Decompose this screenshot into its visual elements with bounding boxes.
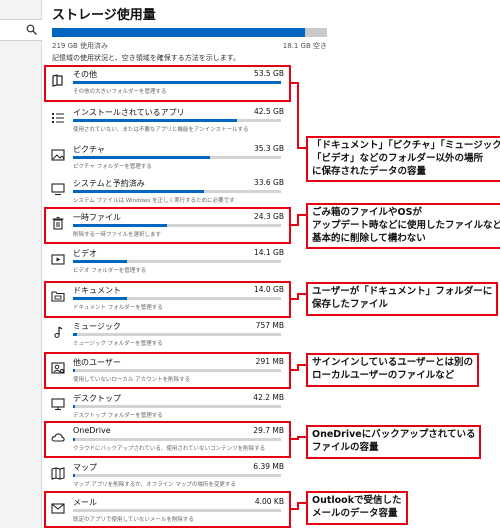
music-icon [54,326,63,339]
callout-text: OneDriveにバックアップされている [312,429,476,440]
storage-item-name: デスクトップ [73,394,121,403]
storage-item-link[interactable]: マップ アプリを削除するか、オフライン マップの場所を変更する [73,480,236,488]
storage-item-bar-fill [73,190,205,193]
storage-item-bar [73,260,281,263]
storage-item-bar [73,156,281,159]
storage-item-bar [73,474,281,477]
callout-box: Outlookで受信した メールのデータ容量 [306,491,408,525]
storage-item-name: システムと予約済み [73,179,145,188]
storage-item-link[interactable]: ピクチャ フォルダーを管理する [73,162,152,170]
storage-item-name: ミュージック [73,322,121,331]
callout-text: Outlookで受信した [312,495,402,506]
highlight-box [44,207,291,244]
picture-icon [51,149,65,161]
storage-item-link[interactable]: システム ファイルは Windows を正しく実行するために必要です [73,196,235,204]
search-icon [26,24,37,35]
total-storage-bar-fill [52,28,305,37]
storage-item-bar-fill [73,156,211,159]
storage-item[interactable]: ピクチャ 35.3 GB ピクチャ フォルダーを管理する [48,141,288,175]
callout-text: サインインしているユーザーとは別の [312,357,474,368]
storage-item-link[interactable]: ミュージック フォルダーを管理する [73,339,163,347]
storage-item-bar-fill [73,119,238,122]
video-icon [51,254,65,265]
page-description: 記憶域の使用状況と、空き領域を確保する方法を示します。 [52,54,241,62]
storage-item-bar-fill [73,405,75,408]
storage-item-size: 33.6 GB [253,178,284,187]
callout-text: 「ビデオ」などのフォルダー以外の場所 [312,152,484,164]
navigation-pane [0,0,42,528]
system-icon [51,183,65,196]
free-space-label: 18.1 GB 空き [282,42,327,50]
storage-item-bar-fill [73,260,128,263]
callout-text: ユーザーが「ドキュメント」フォルダーに [312,286,493,297]
storage-item[interactable]: ビデオ 14.1 GB ビデオ フォルダーを管理する [48,245,288,279]
map-icon [51,467,65,480]
storage-item[interactable]: デスクトップ 42.2 MB デスクトップ フォルダーを管理する [48,390,288,424]
storage-item-link[interactable]: 使用されていない、または不要なアプリと機能をアンインストールする [73,125,249,133]
storage-item-link[interactable]: ビデオ フォルダーを管理する [73,266,146,274]
callout-text: アップデート時などに使用したファイルなど。 [312,219,500,231]
search-box[interactable] [0,19,42,41]
highlight-box [44,421,291,458]
callout-text: ごみ箱のファイルやOSが [312,207,422,218]
callout-text: に保存されたデータの容量 [312,165,427,177]
storage-item[interactable]: インストールされているアプリ 42.5 GB 使用されていない、または不要なアプリと… [48,104,288,138]
storage-item-size: 757 MB [255,321,284,330]
storage-item-size: 6.39 MB [253,462,284,471]
storage-item-size: 35.3 GB [253,144,284,153]
storage-item-name: ビデオ [73,249,97,258]
connector-line [297,82,299,149]
callout-text: 「ドキュメント」「ピクチャ」「ミュージック」 [312,140,500,151]
callout-text: ローカルユーザーのファイルなど [312,369,455,381]
storage-item-size: 42.2 MB [253,393,284,402]
storage-item-bar [73,333,281,336]
highlight-box [44,65,291,102]
storage-item-bar [73,405,281,408]
storage-item-bar-fill [73,333,78,336]
storage-item-bar [73,190,281,193]
page-title: ストレージ使用量 [52,8,156,23]
callout-text: ファイルの容量 [312,441,379,453]
highlight-box [44,281,291,318]
storage-item-link[interactable]: デスクトップ フォルダーを管理する [73,411,163,419]
callout-box: 「ドキュメント」「ピクチャ」「ミュージック」 「ビデオ」などのフォルダー以外の場所… [306,136,500,183]
storage-item[interactable]: ミュージック 757 MB ミュージック フォルダーを管理する [48,318,288,352]
storage-item-name: ピクチャ [73,145,105,154]
callout-box: ユーザーが「ドキュメント」フォルダーに 保存したファイル [306,282,499,316]
callout-text: メールのデータ容量 [312,507,398,519]
highlight-box [44,352,291,389]
callout-text: 基本的に削除して構わない [312,232,426,244]
storage-item-size: 42.5 GB [253,107,284,116]
storage-item[interactable]: システムと予約済み 33.6 GB システム ファイルは Windows を正しく実… [48,175,288,209]
total-storage-bar [52,28,327,37]
storage-item-name: マップ [73,463,97,472]
used-space-label: 219 GB 使用済み [52,42,109,50]
highlight-box [44,491,291,528]
storage-item-name: インストールされているアプリ [73,108,185,117]
storage-item-bar [73,119,281,122]
callout-box: OneDriveにバックアップされている ファイルの容量 [306,425,482,459]
storage-item-size: 14.1 GB [253,248,284,257]
callout-box: ごみ箱のファイルやOSが アップデート時などに使用したファイルなど。 基本的に削除し… [306,203,500,250]
storage-item-bar-fill [73,474,75,477]
callout-text: 保存したファイル [312,298,389,310]
desktop-icon [51,398,65,411]
storage-item[interactable]: マップ 6.39 MB マップ アプリを削除するか、オフライン マップの場所を変更す… [48,459,288,493]
callout-box: サインインしているユーザーとは別の ローカルユーザーのファイルなど [306,353,480,387]
apps-list-icon [52,113,64,123]
